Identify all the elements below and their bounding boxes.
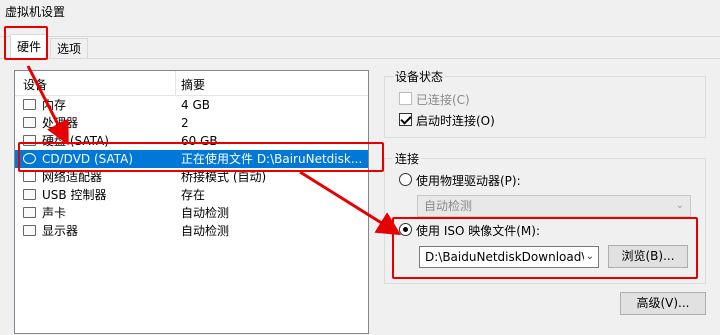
chevron-down-icon: ⌄	[675, 200, 684, 211]
device-summary: 自动检测	[181, 224, 230, 238]
device-summary: 自动检测	[181, 206, 230, 220]
device-list-header: 设备 摘要	[15, 71, 368, 96]
device-name: 声卡	[42, 206, 67, 220]
network-adapter-icon	[23, 171, 36, 182]
physical-drive-select[interactable]: 自动检测 ⌄	[417, 195, 691, 217]
annotation-box-hardware-tab	[4, 26, 48, 60]
processor-icon	[23, 117, 36, 128]
device-list[interactable]: 设备 摘要 内存 4 GB 处理器 2 硬盘 (SATA) 60 GB CD/D…	[14, 70, 369, 334]
monitor-icon	[23, 225, 36, 236]
advanced-button[interactable]: 高级(V)...	[620, 292, 706, 315]
physical-drive-label: 使用物理驱动器(P):	[416, 174, 521, 188]
device-name: 显示器	[42, 224, 79, 238]
column-separator	[175, 71, 176, 95]
device-name: 内存	[42, 98, 67, 112]
device-name: USB 控制器	[42, 188, 107, 202]
device-row-memory[interactable]: 内存 4 GB	[15, 96, 368, 114]
device-status-title: 设备状态	[393, 68, 446, 85]
connected-checkbox[interactable]	[399, 92, 412, 105]
connected-label: 已连接(C)	[416, 93, 470, 107]
column-summary[interactable]: 摘要	[181, 76, 205, 93]
device-name: 处理器	[42, 116, 79, 130]
connect-on-start-checkbox[interactable]	[399, 113, 412, 126]
annotation-box-cd-dvd-row	[18, 142, 384, 172]
speaker-icon	[23, 207, 36, 218]
device-summary: 存在	[181, 188, 206, 202]
device-summary: 4 GB	[181, 98, 210, 112]
device-row-sound-card[interactable]: 声卡 自动检测	[15, 204, 368, 222]
physical-drive-radio[interactable]	[399, 173, 412, 186]
device-summary: 2	[181, 116, 189, 130]
column-device[interactable]: 设备	[23, 76, 47, 93]
tab-options[interactable]: 选项	[50, 38, 89, 59]
annotation-box-iso-option	[392, 217, 698, 279]
memory-icon	[23, 99, 36, 110]
device-row-display[interactable]: 显示器 自动检测	[15, 222, 368, 240]
device-row-usb-controller[interactable]: USB 控制器 存在	[15, 186, 368, 204]
physical-drive-value: 自动检测	[424, 199, 473, 213]
window-title: 虚拟机设置	[5, 5, 66, 19]
connect-on-start-label: 启动时连接(O)	[416, 114, 495, 128]
device-row-processor[interactable]: 处理器 2	[15, 114, 368, 132]
tab-strip-line	[0, 36, 720, 37]
usb-icon	[23, 189, 36, 200]
connection-title: 连接	[393, 150, 422, 167]
